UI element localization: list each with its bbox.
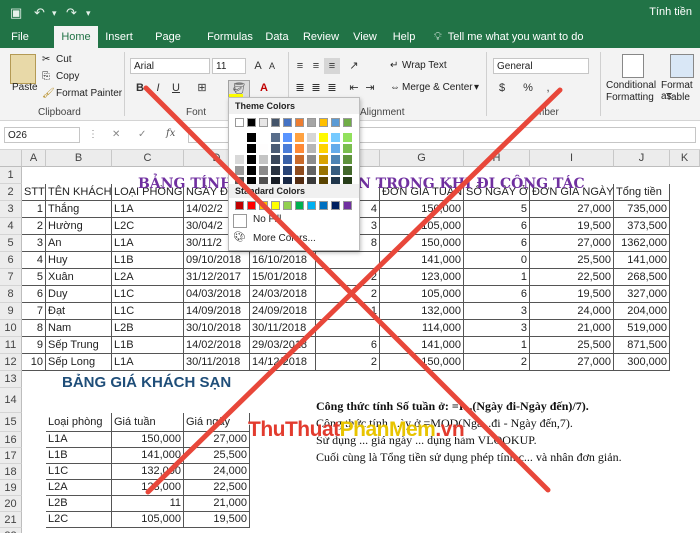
cross-stroke [143, 85, 551, 493]
red-cross-overlay [143, 85, 563, 495]
